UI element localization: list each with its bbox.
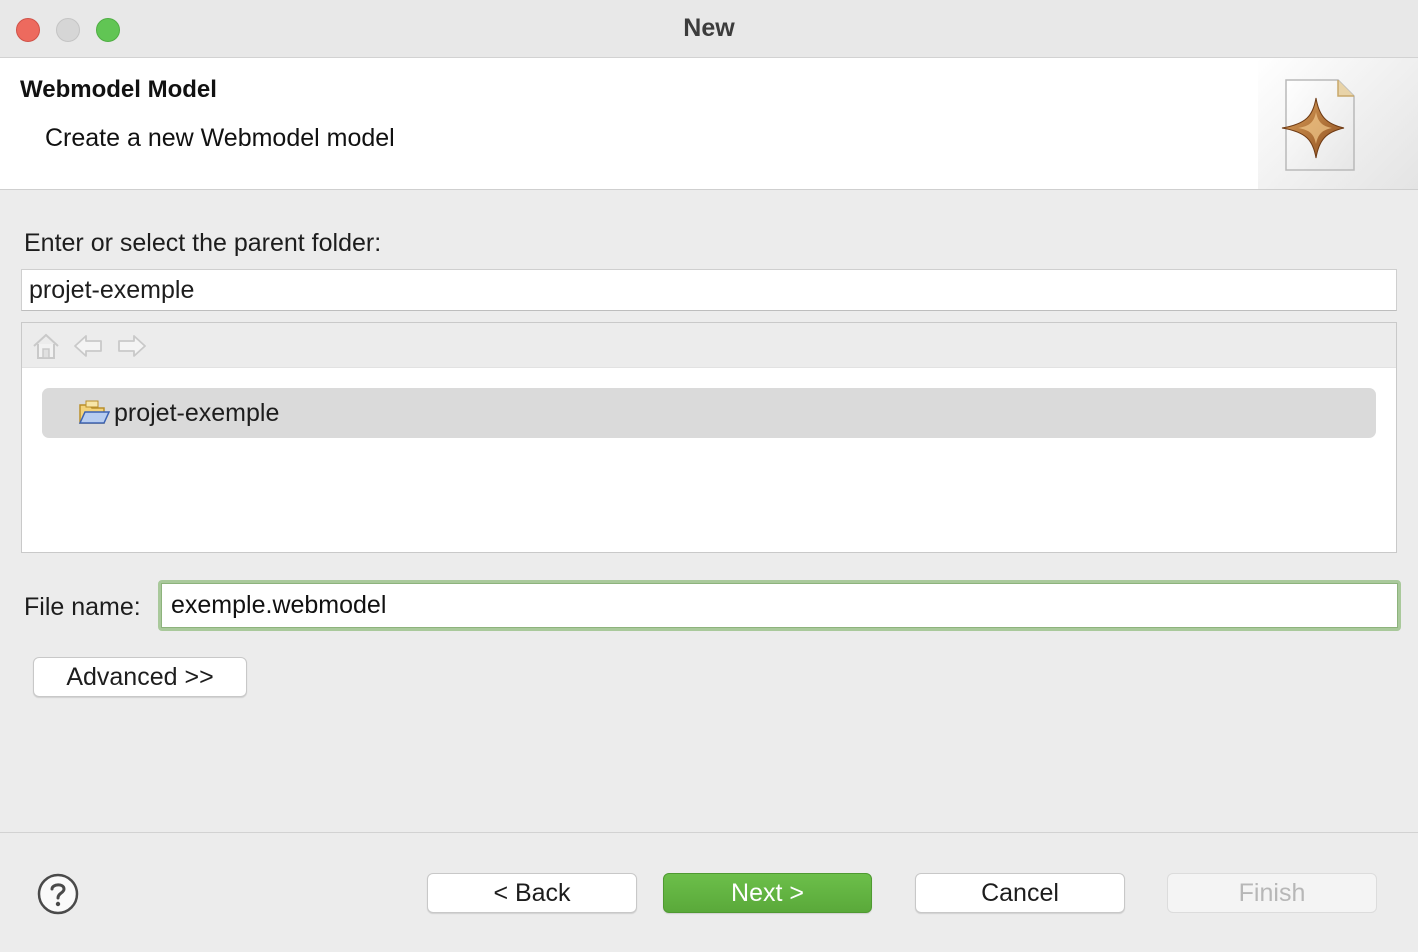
finish-button[interactable]: Finish <box>1167 873 1377 913</box>
wizard-banner: Webmodel Model Create a new Webmodel mod… <box>0 58 1418 190</box>
file-name-label: File name: <box>24 593 141 621</box>
footer-separator <box>0 832 1418 833</box>
parent-folder-input[interactable] <box>21 269 1397 311</box>
tree-item-label: projet-exemple <box>114 399 280 427</box>
help-icon[interactable] <box>37 873 79 915</box>
title-bar: New <box>0 0 1418 58</box>
folder-tree: projet-exemple <box>21 322 1397 553</box>
tree-toolbar <box>22 323 1396 368</box>
project-folder-icon <box>78 400 110 424</box>
cancel-button[interactable]: Cancel <box>915 873 1125 913</box>
home-icon[interactable] <box>30 330 62 362</box>
next-button[interactable]: Next > <box>663 873 872 913</box>
back-button[interactable]: < Back <box>427 873 637 913</box>
back-arrow-icon[interactable] <box>72 330 104 362</box>
wizard-new-file-icon <box>1281 79 1355 171</box>
file-name-field-focus-ring <box>158 580 1401 631</box>
advanced-button[interactable]: Advanced >> <box>33 657 247 697</box>
file-name-input[interactable] <box>161 583 1398 628</box>
wizard-page-title: Webmodel Model <box>20 76 217 103</box>
parent-folder-label: Enter or select the parent folder: <box>24 229 382 257</box>
forward-arrow-icon[interactable] <box>116 330 148 362</box>
tree-item-projet-exemple[interactable]: projet-exemple <box>42 388 1376 438</box>
window-title: New <box>683 14 735 42</box>
wizard-page-description: Create a new Webmodel model <box>45 124 395 152</box>
